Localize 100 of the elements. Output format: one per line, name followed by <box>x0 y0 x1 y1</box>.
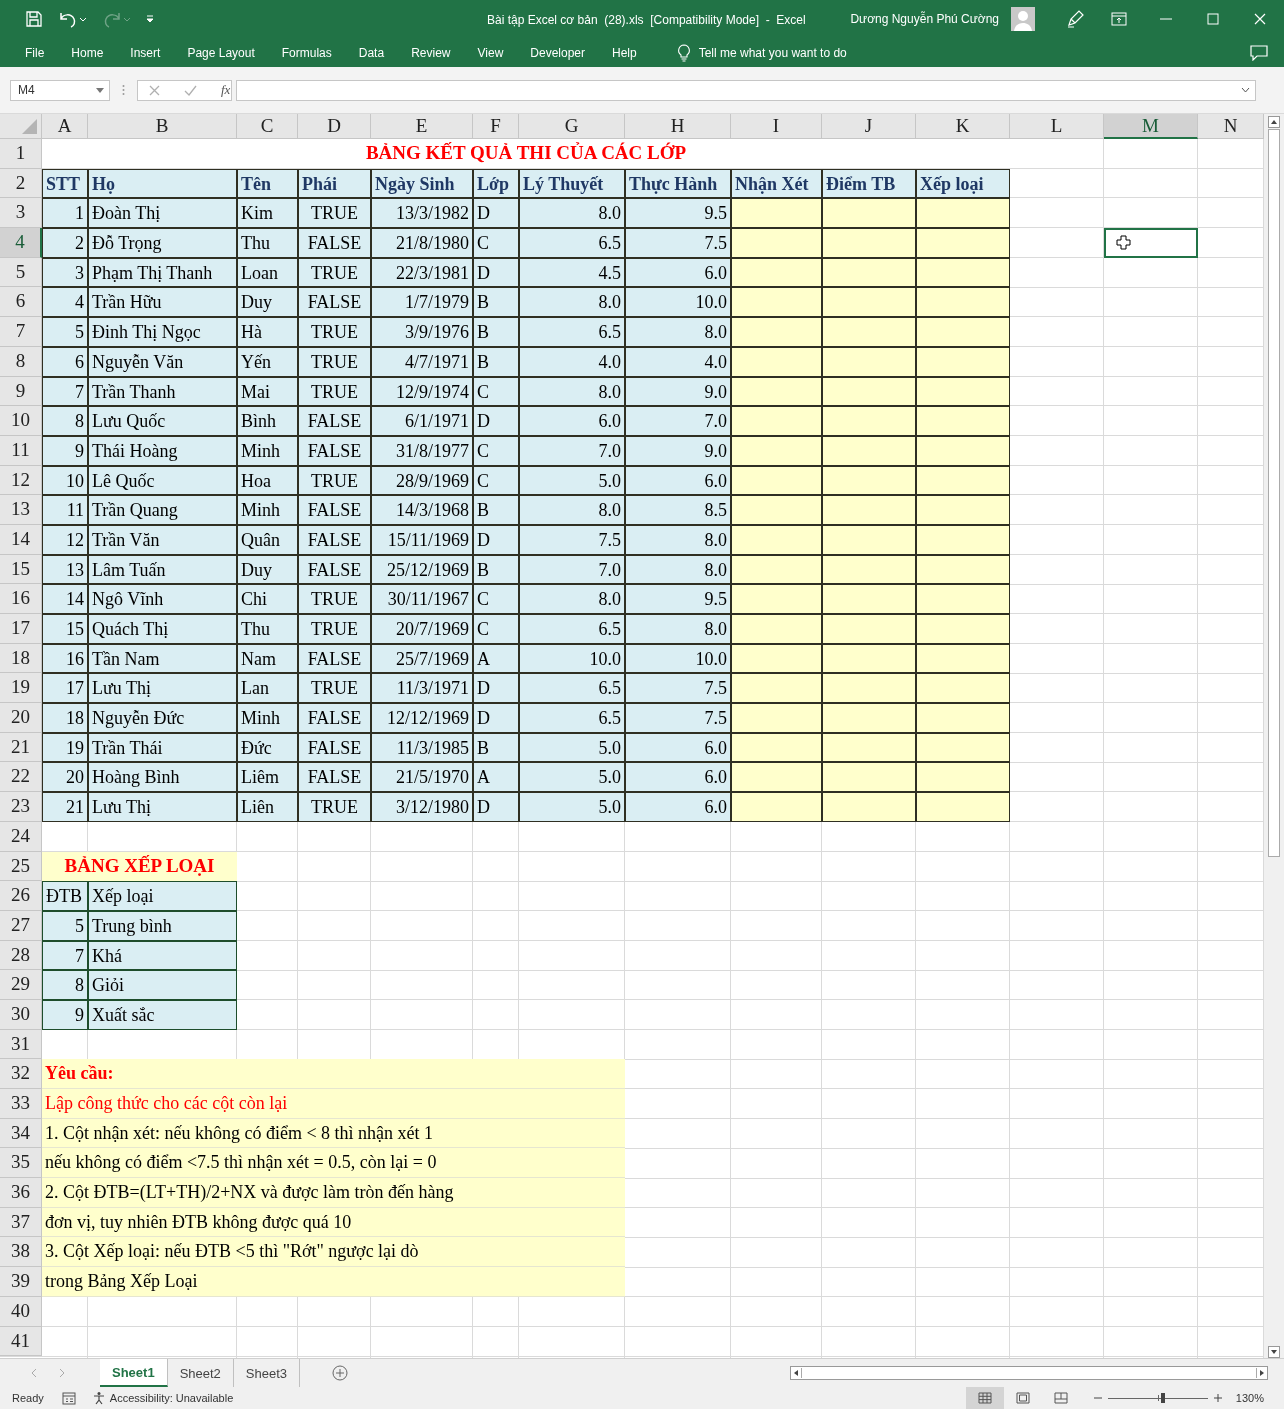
zoom-slider[interactable] <box>1107 1393 1208 1403</box>
row-header[interactable]: 37 <box>0 1207 42 1238</box>
enter-check-icon[interactable] <box>184 84 197 96</box>
ribbon-tab[interactable]: File <box>25 45 45 60</box>
tell-me-search[interactable]: Tell me what you want to do <box>676 43 847 62</box>
row-header[interactable]: 19 <box>0 673 42 704</box>
ribbon-tab[interactable]: Developer <box>530 45 585 60</box>
row-header[interactable]: 13 <box>0 495 42 525</box>
row-header[interactable]: 34 <box>0 1118 42 1149</box>
column-header[interactable]: B <box>88 114 237 139</box>
save-icon[interactable] <box>25 10 43 28</box>
vertical-scrollbar[interactable] <box>1264 114 1284 1358</box>
column-header[interactable]: H <box>625 114 731 139</box>
column-header[interactable]: M <box>1104 114 1198 139</box>
column-header[interactable]: K <box>916 114 1010 139</box>
sheet-tab[interactable]: Sheet1 <box>100 1359 168 1387</box>
row-header[interactable]: 28 <box>0 940 42 971</box>
row-header[interactable]: 38 <box>0 1237 42 1268</box>
row-header[interactable]: 17 <box>0 614 42 644</box>
ribbon-tab[interactable]: Help <box>612 45 637 60</box>
row-header[interactable]: 3 <box>0 198 42 229</box>
row-header[interactable]: 8 <box>0 346 42 377</box>
scroll-up-icon[interactable] <box>1268 116 1280 128</box>
row-header[interactable]: 22 <box>0 762 42 793</box>
ribbon-tab[interactable]: Data <box>358 45 385 60</box>
row-header[interactable]: 23 <box>0 792 42 822</box>
row-header[interactable]: 18 <box>0 643 42 674</box>
column-header[interactable]: D <box>298 114 371 139</box>
avatar-icon[interactable] <box>1011 7 1035 31</box>
next-sheet-icon[interactable] <box>58 1368 66 1378</box>
maximize-icon[interactable] <box>1206 12 1220 26</box>
row-header[interactable]: 15 <box>0 554 42 585</box>
zoom-level[interactable]: 130% <box>1235 1392 1264 1404</box>
row-header[interactable]: 31 <box>0 1029 42 1060</box>
comment-icon[interactable] <box>1250 44 1268 61</box>
ribbon-tab[interactable]: Insert <box>130 45 161 60</box>
row-header[interactable]: 26 <box>0 881 42 911</box>
selected-cell[interactable] <box>1104 228 1198 258</box>
row-header[interactable]: 24 <box>0 821 42 852</box>
row-header[interactable]: 33 <box>0 1089 42 1119</box>
row-header[interactable]: 5 <box>0 257 42 288</box>
column-header[interactable]: G <box>519 114 625 139</box>
row-header[interactable]: 4 <box>0 228 42 258</box>
cancel-icon[interactable] <box>149 84 160 96</box>
row-header[interactable]: 39 <box>0 1267 42 1297</box>
column-header[interactable]: N <box>1198 114 1264 139</box>
scroll-down-icon[interactable] <box>1268 1346 1280 1358</box>
column-header[interactable]: J <box>822 114 916 139</box>
row-header[interactable]: 16 <box>0 584 42 614</box>
row-header[interactable]: 10 <box>0 406 42 436</box>
row-header[interactable]: 36 <box>0 1178 42 1208</box>
row-header[interactable]: 6 <box>0 287 42 318</box>
row-header[interactable]: 1 <box>0 139 42 169</box>
row-header[interactable]: 25 <box>0 851 42 882</box>
ribbon-tab[interactable]: Home <box>71 45 104 60</box>
row-header[interactable]: 27 <box>0 910 42 941</box>
ribbon-tab[interactable]: View <box>477 45 504 60</box>
row-header[interactable]: 35 <box>0 1148 42 1179</box>
column-header[interactable]: F <box>473 114 519 139</box>
accessibility-status[interactable]: Accessibility: Unavailable <box>91 1391 234 1405</box>
ribbon-tab[interactable]: Formulas <box>281 45 332 60</box>
row-header[interactable]: 11 <box>0 435 42 466</box>
previous-sheet-icon[interactable] <box>30 1368 38 1378</box>
row-header[interactable]: 12 <box>0 465 42 496</box>
pen-icon[interactable] <box>1065 9 1085 29</box>
zoom-out-icon[interactable] <box>1093 1394 1102 1402</box>
row-header[interactable]: 2 <box>0 168 42 199</box>
ribbon-tab[interactable]: Page Layout <box>187 45 255 60</box>
row-header[interactable]: 29 <box>0 970 42 1000</box>
normal-view-button[interactable] <box>965 1387 1004 1409</box>
macro-recording-icon[interactable] <box>61 1391 76 1405</box>
row-header[interactable]: 21 <box>0 732 42 763</box>
row-header[interactable]: 41 <box>0 1326 42 1357</box>
row-header[interactable]: 40 <box>0 1296 42 1327</box>
expand-caret-icon[interactable] <box>1241 87 1250 93</box>
horizontal-scrollbar[interactable] <box>790 1366 1268 1380</box>
close-icon[interactable] <box>1253 12 1267 26</box>
row-header[interactable]: 30 <box>0 999 42 1030</box>
select-all-button[interactable] <box>0 114 42 139</box>
zoom-in-icon[interactable] <box>1213 1394 1222 1402</box>
column-header[interactable]: I <box>731 114 822 139</box>
column-header[interactable]: L <box>1010 114 1104 139</box>
ribbon-display-icon[interactable] <box>1111 12 1127 26</box>
scroll-thumb[interactable] <box>801 1368 1257 1378</box>
customize-toolbar-icon[interactable] <box>145 13 155 25</box>
column-header[interactable]: E <box>371 114 473 139</box>
row-header[interactable]: 7 <box>0 317 42 347</box>
scroll-thumb[interactable] <box>1268 129 1280 857</box>
ribbon-tab[interactable]: Review <box>411 45 451 60</box>
add-sheet-icon[interactable] <box>332 1365 349 1381</box>
column-header[interactable]: A <box>42 114 88 139</box>
column-header[interactable]: C <box>237 114 298 139</box>
row-header[interactable]: 20 <box>0 703 42 733</box>
insert-function-button[interactable]: fx <box>221 82 231 98</box>
row-header[interactable]: 9 <box>0 376 42 407</box>
row-header[interactable]: 32 <box>0 1059 42 1089</box>
undo-icon[interactable] <box>57 10 87 28</box>
formula-input[interactable] <box>236 79 1256 101</box>
name-box[interactable]: M4 <box>10 79 110 101</box>
row-header[interactable]: 14 <box>0 524 42 555</box>
